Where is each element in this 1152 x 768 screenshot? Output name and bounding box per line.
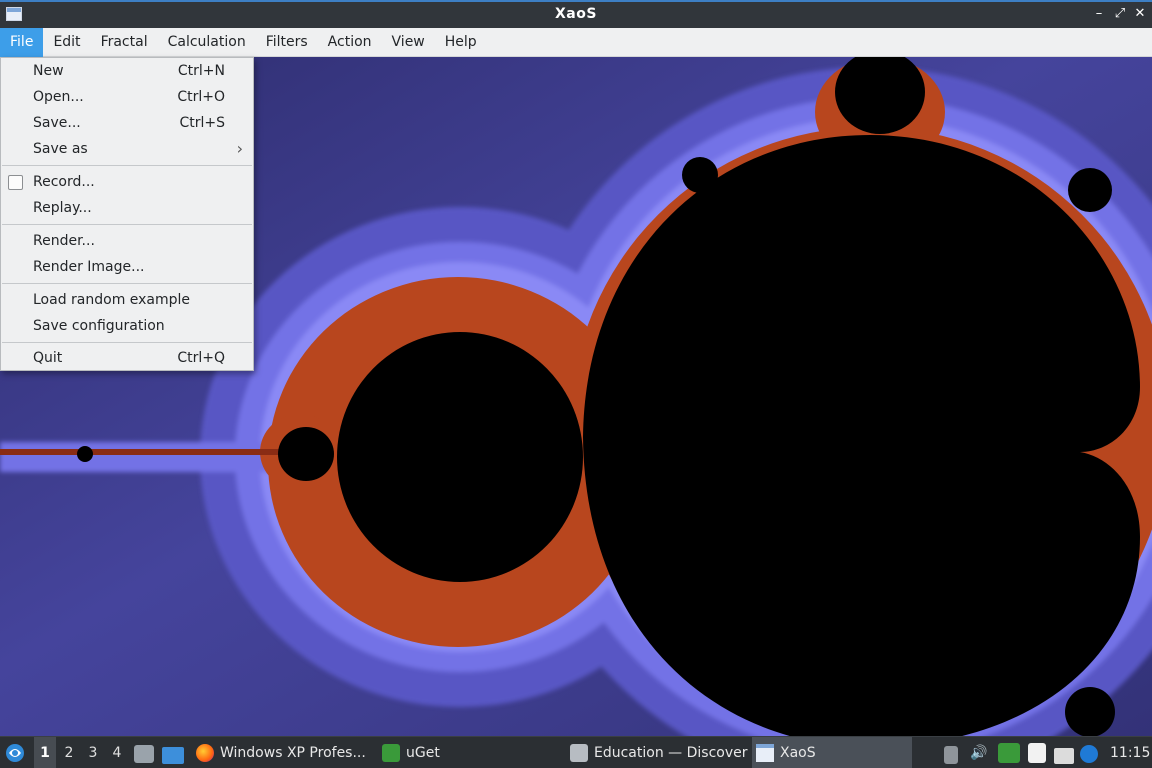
menu-item-new[interactable]: New Ctrl+N: [1, 58, 253, 84]
menu-item-shortcut: Ctrl+S: [179, 115, 225, 131]
menu-item-label: Record...: [33, 174, 95, 190]
uget-tray-icon[interactable]: [998, 743, 1020, 763]
menu-file[interactable]: File: [0, 27, 44, 57]
file-menu-dropdown: New Ctrl+N Open... Ctrl+O Save... Ctrl+S…: [0, 57, 254, 371]
task-label: uGet: [406, 745, 440, 761]
menu-help[interactable]: Help: [435, 28, 487, 57]
menu-item-label: Load random example: [33, 292, 191, 308]
menu-filters[interactable]: Filters: [256, 28, 318, 57]
menu-item-label: Replay...: [33, 200, 92, 216]
menu-bar: File Edit Fractal Calculation Filters Ac…: [0, 27, 1152, 57]
menu-item-label: Render Image...: [33, 259, 145, 275]
workspace-3[interactable]: 3: [82, 737, 104, 768]
clipboard-icon[interactable]: [944, 744, 958, 764]
task-label: Windows XP Profes...: [220, 745, 366, 761]
menu-item-replay[interactable]: Replay...: [1, 195, 253, 221]
workspace-1[interactable]: 1: [34, 737, 56, 768]
menu-item-shortcut: Ctrl+N: [177, 63, 225, 79]
chevron-right-icon: ›: [236, 139, 243, 158]
task-uget[interactable]: uGet: [378, 737, 444, 768]
menu-item-load-random[interactable]: Load random example: [1, 287, 253, 313]
menu-item-label: Save configuration: [33, 318, 165, 334]
xaos-window-icon: [756, 744, 774, 762]
file-manager-icon[interactable]: [134, 743, 154, 763]
record-checkbox[interactable]: [8, 175, 23, 190]
menu-item-label: Save...: [33, 115, 81, 131]
task-xaos[interactable]: XaoS: [752, 737, 912, 768]
menu-item-label: New: [33, 63, 64, 79]
notes-icon[interactable]: [1028, 743, 1046, 763]
uget-icon: [382, 744, 400, 762]
volume-icon[interactable]: 🔊: [970, 737, 987, 768]
taskbar: 1 2 3 4 Windows XP Profes... uGet Educat…: [0, 736, 1152, 768]
menu-item-shortcut: Ctrl+Q: [177, 350, 225, 366]
title-bar: XaoS – ⤢ ✕: [0, 0, 1152, 28]
close-icon[interactable]: ✕: [1131, 5, 1149, 23]
menu-separator: [2, 283, 252, 284]
network-icon[interactable]: [1054, 744, 1074, 764]
notification-icon[interactable]: [1080, 743, 1098, 763]
menu-item-save-as[interactable]: Save as ›: [1, 136, 253, 162]
task-label: XaoS: [780, 745, 816, 761]
maximize-icon[interactable]: ⤢: [1111, 5, 1129, 23]
menu-item-label: Render...: [33, 233, 95, 249]
menu-item-save-config[interactable]: Save configuration: [1, 313, 253, 339]
menu-separator: [2, 342, 252, 343]
menu-item-render[interactable]: Render...: [1, 228, 253, 254]
start-menu-icon[interactable]: [4, 743, 26, 763]
task-label: Education — Discover: [594, 745, 748, 761]
menu-item-quit[interactable]: Quit Ctrl+Q: [1, 345, 253, 371]
menu-item-label: Save as: [33, 141, 88, 157]
minimize-icon[interactable]: –: [1090, 5, 1108, 23]
menu-item-shortcut: Ctrl+O: [177, 89, 225, 105]
task-discover[interactable]: Education — Discover: [566, 737, 751, 768]
menu-item-record[interactable]: Record...: [1, 169, 253, 195]
menu-separator: [2, 224, 252, 225]
menu-edit[interactable]: Edit: [43, 28, 90, 57]
task-firefox[interactable]: Windows XP Profes...: [192, 737, 370, 768]
menu-separator: [2, 165, 252, 166]
menu-calculation[interactable]: Calculation: [158, 28, 256, 57]
firefox-icon: [196, 744, 214, 762]
menu-fractal[interactable]: Fractal: [91, 28, 158, 57]
discover-icon: [570, 744, 588, 762]
menu-item-open[interactable]: Open... Ctrl+O: [1, 84, 253, 110]
menu-view[interactable]: View: [382, 28, 435, 57]
clock[interactable]: 11:15: [1110, 737, 1150, 768]
workspace-2[interactable]: 2: [58, 737, 80, 768]
workspace-4[interactable]: 4: [106, 737, 128, 768]
menu-item-render-image[interactable]: Render Image...: [1, 254, 253, 280]
menu-item-save[interactable]: Save... Ctrl+S: [1, 110, 253, 136]
menu-item-label: Open...: [33, 89, 84, 105]
window-title: XaoS: [555, 6, 597, 22]
desktop-icon[interactable]: [162, 744, 184, 764]
menu-item-label: Quit: [33, 350, 63, 366]
menu-action[interactable]: Action: [318, 28, 382, 57]
